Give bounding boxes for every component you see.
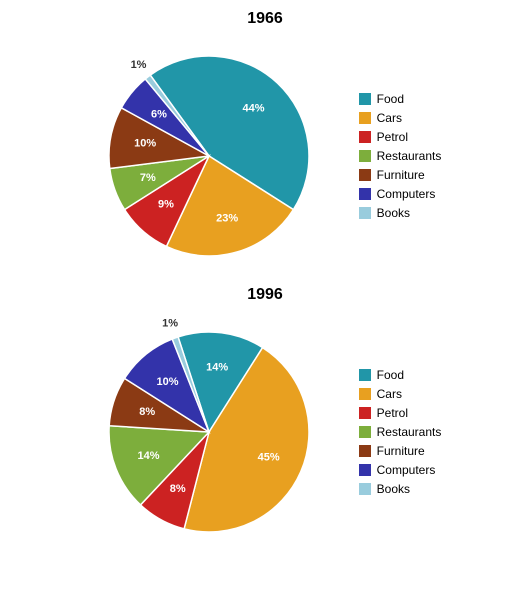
legend-color-box <box>359 388 371 400</box>
svg-text:10%: 10% <box>134 138 156 150</box>
svg-text:23%: 23% <box>216 212 238 224</box>
legend-color-box <box>359 93 371 105</box>
legend-label: Restaurants <box>377 149 442 163</box>
legend-color-box <box>359 112 371 124</box>
svg-text:14%: 14% <box>206 361 228 373</box>
legend-item: Food <box>359 92 442 106</box>
legend-color-box <box>359 407 371 419</box>
legend-color-box <box>359 169 371 181</box>
legend-item: Cars <box>359 111 442 125</box>
legend-item: Furniture <box>359 168 442 182</box>
chart-1996-title: 1996 <box>247 286 283 304</box>
legend-color-box <box>359 464 371 476</box>
svg-text:44%: 44% <box>242 103 264 115</box>
legend-label: Computers <box>377 187 436 201</box>
pie-chart-1996: 14% 45% 8% 14% 8% 10% 1% <box>89 312 329 552</box>
legend-label: Furniture <box>377 444 425 458</box>
legend-label: Books <box>377 482 410 496</box>
legend-item: Computers <box>359 463 442 477</box>
legend-color-box <box>359 131 371 143</box>
pie-chart-1966: 44% 23% 9% 7% 10% 6% 1% <box>89 36 329 276</box>
legend-item: Books <box>359 482 442 496</box>
svg-text:45%: 45% <box>257 452 279 464</box>
legend-1996: Food Cars Petrol Restaurants Furniture Comput… <box>359 368 442 496</box>
legend-item: Computers <box>359 187 442 201</box>
legend-label: Petrol <box>377 406 408 420</box>
svg-text:1%: 1% <box>130 59 146 71</box>
legend-color-box <box>359 426 371 438</box>
legend-label: Furniture <box>377 168 425 182</box>
svg-text:8%: 8% <box>169 483 185 495</box>
legend-color-box <box>359 369 371 381</box>
chart-1996-section: 1996 14% 45% 8% 14% 8% 10% 1% Food Cars Petrol Re… <box>0 286 530 552</box>
svg-text:9%: 9% <box>158 199 174 211</box>
legend-label: Computers <box>377 463 436 477</box>
legend-label: Cars <box>377 387 402 401</box>
legend-item: Cars <box>359 387 442 401</box>
legend-label: Cars <box>377 111 402 125</box>
legend-color-box <box>359 483 371 495</box>
legend-item: Books <box>359 206 442 220</box>
legend-color-box <box>359 207 371 219</box>
legend-item: Petrol <box>359 406 442 420</box>
chart-1966-section: 1966 44% 23% 9% 7% 10% 6% 1% Food Cars Petrol Res… <box>0 10 530 276</box>
svg-text:10%: 10% <box>156 376 178 388</box>
svg-text:14%: 14% <box>137 450 159 462</box>
legend-item: Petrol <box>359 130 442 144</box>
chart-1996-row: 14% 45% 8% 14% 8% 10% 1% Food Cars Petrol Restaur… <box>0 312 530 552</box>
svg-text:8%: 8% <box>139 406 155 418</box>
legend-color-box <box>359 150 371 162</box>
legend-1966: Food Cars Petrol Restaurants Furniture Comput… <box>359 92 442 220</box>
legend-item: Food <box>359 368 442 382</box>
legend-color-box <box>359 188 371 200</box>
svg-text:6%: 6% <box>151 108 167 120</box>
chart-1966-title: 1966 <box>247 10 283 28</box>
chart-1966-row: 44% 23% 9% 7% 10% 6% 1% Food Cars Petrol Restaura… <box>0 36 530 276</box>
legend-label: Petrol <box>377 130 408 144</box>
legend-item: Restaurants <box>359 149 442 163</box>
legend-item: Furniture <box>359 444 442 458</box>
legend-label: Food <box>377 368 404 382</box>
legend-label: Books <box>377 206 410 220</box>
legend-label: Food <box>377 92 404 106</box>
legend-item: Restaurants <box>359 425 442 439</box>
legend-label: Restaurants <box>377 425 442 439</box>
legend-color-box <box>359 445 371 457</box>
svg-text:7%: 7% <box>140 172 156 184</box>
svg-text:1%: 1% <box>162 318 178 330</box>
